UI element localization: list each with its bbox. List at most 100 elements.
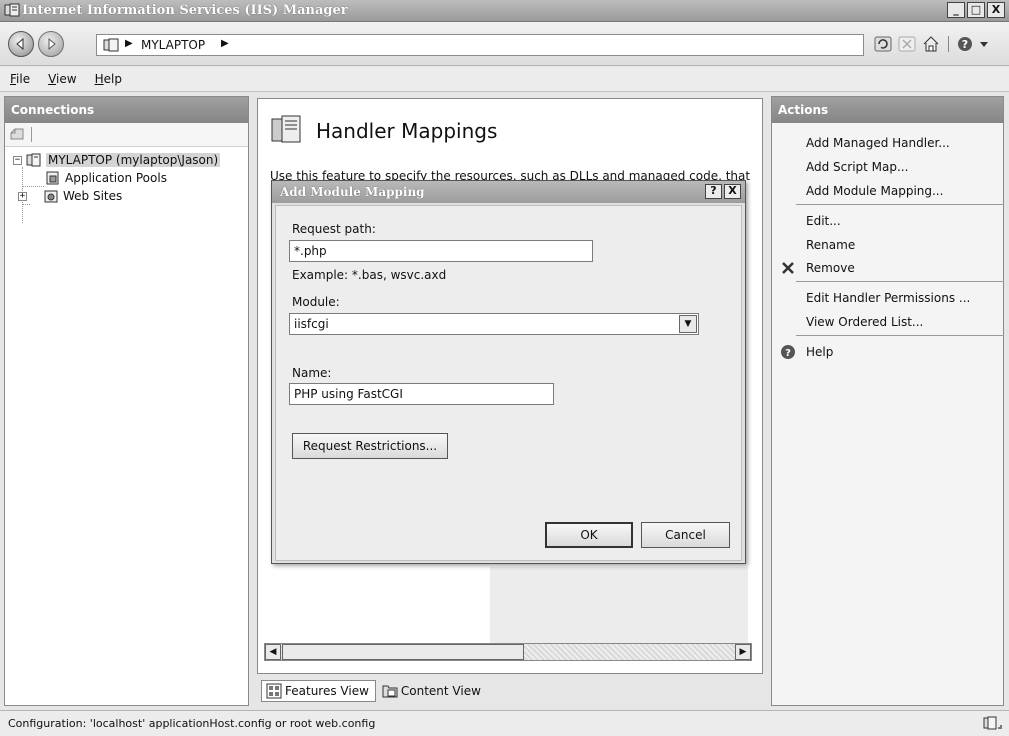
address-bar[interactable]: ▶ MYLAPTOP ▶: [96, 34, 864, 56]
forward-button[interactable]: [38, 31, 64, 57]
navigation-bar: ▶ MYLAPTOP ▶ ?: [0, 22, 1009, 66]
scroll-right-icon[interactable]: ▶: [735, 644, 751, 660]
connections-tree: − MYLAPTOP (mylaptop\Jason) Application …: [5, 147, 248, 223]
minimize-button[interactable]: _: [947, 2, 965, 18]
help-icon[interactable]: ?: [956, 35, 974, 53]
actions-divider: [796, 204, 1004, 205]
breadcrumb-mylaptop[interactable]: MYLAPTOP: [141, 38, 205, 52]
action-add-managed-handler[interactable]: Add Managed Handler...: [806, 136, 950, 150]
toolbar-divider: [946, 35, 950, 53]
tree-label-root: MYLAPTOP (mylaptop\Jason): [46, 153, 221, 167]
close-button[interactable]: X: [987, 2, 1005, 18]
action-help[interactable]: Help: [806, 345, 833, 359]
scroll-thumb[interactable]: [282, 644, 524, 660]
action-add-script-map[interactable]: Add Script Map...: [806, 160, 908, 174]
help-icon: ?: [781, 345, 795, 359]
name-label: Name:: [292, 366, 332, 380]
module-label: Module:: [292, 295, 340, 309]
connections-header: Connections: [5, 97, 248, 123]
tab-content-view[interactable]: Content View: [378, 680, 487, 702]
status-bar: Configuration: 'localhost' applicationHo…: [0, 710, 1009, 736]
page-title: Handler Mappings: [316, 119, 498, 143]
handler-mappings-icon: [271, 115, 301, 143]
dialog-close-button[interactable]: X: [724, 184, 741, 199]
actions-panel: Actions Add Managed Handler... Add Scrip…: [771, 96, 1004, 706]
ok-button[interactable]: OK: [545, 522, 633, 548]
action-rename[interactable]: Rename: [806, 238, 855, 252]
tree-node-mylaptop[interactable]: − MYLAPTOP (mylaptop\Jason): [13, 151, 221, 169]
server-icon: [26, 153, 41, 167]
window-title: Internet Information Services (IIS) Mana…: [22, 3, 348, 18]
features-view-icon: [266, 683, 282, 699]
name-input[interactable]: PHP using FastCGI: [289, 383, 554, 405]
tab-content-view-label: Content View: [400, 684, 481, 698]
collapse-icon[interactable]: −: [13, 155, 22, 165]
dialog-body: Request path: *.php Example: *.bas, wsvc…: [275, 205, 742, 561]
connections-toolbar: [5, 123, 248, 147]
module-select-value: iisfcgi: [294, 317, 329, 331]
actions-divider: [796, 281, 1004, 282]
chevron-down-icon[interactable]: ▼: [679, 315, 697, 333]
dialog-help-button[interactable]: ?: [705, 184, 722, 199]
dialog-title-bar: Add Module Mapping ? X: [272, 181, 745, 203]
connect-icon[interactable]: [9, 127, 25, 141]
dialog-title: Add Module Mapping: [280, 185, 425, 199]
tree-label-web-sites: Web Sites: [63, 189, 123, 203]
stop-icon[interactable]: [898, 35, 916, 53]
title-bar: Internet Information Services (IIS) Mana…: [0, 0, 1009, 22]
server-status-icon: [983, 716, 1002, 730]
expand-icon[interactable]: +: [18, 191, 27, 201]
chevron-down-icon[interactable]: [980, 35, 988, 53]
action-edit[interactable]: Edit...: [806, 214, 841, 228]
action-view-ordered-list[interactable]: View Ordered List...: [806, 315, 923, 329]
status-text: Configuration: 'localhost' applicationHo…: [8, 717, 376, 730]
scroll-left-icon[interactable]: ◀: [265, 644, 281, 660]
iis-app-icon: [4, 3, 20, 17]
menu-view-mnemonic: V: [48, 72, 57, 86]
actions-divider: [796, 335, 1004, 336]
web-sites-icon: [44, 190, 58, 203]
menu-view[interactable]: View: [48, 72, 76, 86]
svg-text:?: ?: [962, 38, 968, 51]
content-view-icon: [382, 685, 398, 698]
tree-node-web-sites[interactable]: + Web Sites: [18, 187, 122, 205]
request-path-example: Example: *.bas, wsvc.axd: [292, 268, 447, 282]
request-path-input[interactable]: *.php: [289, 240, 593, 262]
tree-label-application-pools: Application Pools: [65, 171, 167, 185]
menu-help-mnemonic: H: [94, 72, 104, 86]
action-edit-handler-permissions[interactable]: Edit Handler Permissions ...: [806, 291, 970, 305]
module-select[interactable]: iisfcgi ▼: [289, 313, 699, 335]
back-button[interactable]: [8, 31, 34, 57]
menu-file-label: ile: [16, 72, 31, 86]
tab-features-view[interactable]: Features View: [261, 680, 376, 702]
connections-panel: Connections − MYLAPTOP (mylaptop\Jason) …: [4, 96, 249, 706]
remove-icon: [782, 262, 794, 274]
actions-header: Actions: [772, 97, 1003, 123]
tree-node-application-pools[interactable]: Application Pools: [45, 169, 167, 187]
cancel-button[interactable]: Cancel: [641, 522, 730, 548]
view-tabs: Features View Content View: [261, 680, 487, 702]
menu-bar: File View Help: [0, 67, 1009, 92]
tab-features-view-label: Features View: [285, 684, 369, 698]
svg-text:?: ?: [785, 348, 791, 359]
menu-help-label: elp: [103, 72, 122, 86]
breadcrumb-separator-2[interactable]: ▶: [221, 38, 229, 49]
action-remove[interactable]: Remove: [806, 261, 855, 275]
application-pools-icon: [46, 171, 59, 185]
action-add-module-mapping[interactable]: Add Module Mapping...: [806, 184, 943, 198]
menu-view-label: iew: [56, 72, 77, 86]
add-module-mapping-dialog: Add Module Mapping ? X Request path: *.p…: [271, 180, 746, 564]
menu-file[interactable]: File: [10, 72, 30, 86]
menu-help[interactable]: Help: [95, 72, 122, 86]
breadcrumb-separator[interactable]: ▶: [125, 38, 133, 49]
refresh-icon[interactable]: [874, 35, 892, 53]
toolbar-divider: [31, 127, 32, 142]
server-icon: [103, 38, 119, 52]
home-icon[interactable]: [922, 35, 940, 53]
grid-empty-area: [490, 567, 748, 647]
request-path-label: Request path:: [292, 222, 376, 236]
maximize-button[interactable]: □: [967, 2, 985, 18]
request-restrictions-button[interactable]: Request Restrictions...: [292, 433, 448, 459]
back-arrow-icon: [16, 37, 24, 51]
horizontal-scrollbar[interactable]: ◀ ▶: [264, 643, 752, 661]
